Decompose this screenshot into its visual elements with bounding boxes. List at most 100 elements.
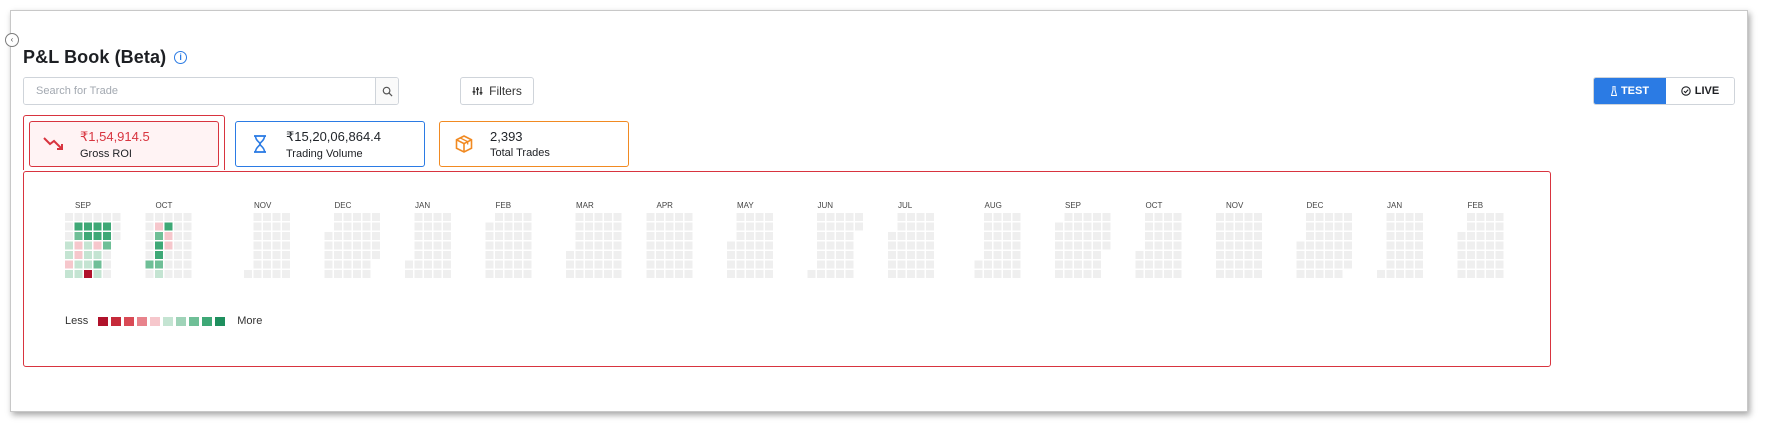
heatmap-day-cell[interactable]	[372, 213, 380, 221]
heatmap-day-cell[interactable]	[646, 251, 655, 259]
heatmap-day-cell[interactable]	[907, 260, 915, 269]
heatmap-day-cell[interactable]	[504, 270, 513, 278]
heatmap-day-cell[interactable]	[443, 213, 451, 221]
heatmap-day-cell[interactable]	[1396, 232, 1404, 240]
heatmap-day-cell[interactable]	[765, 251, 773, 259]
heatmap-day-cell[interactable]	[1074, 232, 1082, 240]
heatmap-day-cell[interactable]	[926, 232, 934, 240]
heatmap-day-cell[interactable]	[1486, 251, 1494, 259]
heatmap-day-cell[interactable]	[324, 232, 333, 240]
heatmap-day-cell[interactable]	[656, 251, 664, 259]
heatmap-day-cell[interactable]	[746, 260, 754, 269]
heatmap-day-cell[interactable]	[993, 241, 1002, 250]
heatmap-day-cell[interactable]	[1235, 222, 1243, 231]
heatmap-day-cell[interactable]	[826, 260, 835, 269]
heatmap-day-cell[interactable]	[353, 260, 361, 269]
heatmap-day-cell[interactable]	[684, 232, 693, 240]
heatmap-day-cell[interactable]	[1405, 241, 1414, 250]
heatmap-day-cell[interactable]	[272, 270, 281, 278]
heatmap-day-cell[interactable]	[1315, 213, 1324, 221]
heatmap-day-cell[interactable]	[174, 213, 182, 221]
heatmap-day-cell[interactable]	[1315, 260, 1324, 269]
heatmap-day-cell[interactable]	[755, 260, 764, 269]
heatmap-day-cell[interactable]	[424, 213, 432, 221]
heatmap-day-cell[interactable]	[324, 241, 333, 250]
gross-roi-card[interactable]: ₹1,54,914.5 Gross ROI	[29, 121, 219, 167]
heatmap-day-cell[interactable]	[253, 260, 262, 269]
heatmap-day-cell[interactable]	[1225, 251, 1234, 259]
heatmap-day-cell[interactable]	[324, 260, 333, 269]
heatmap-day-cell[interactable]	[1415, 232, 1423, 240]
heatmap-day-cell[interactable]	[746, 270, 754, 278]
heatmap-day-cell[interactable]	[155, 260, 163, 269]
heatmap-day-cell[interactable]	[485, 222, 494, 231]
heatmap-day-cell[interactable]	[1334, 270, 1343, 278]
heatmap-day-cell[interactable]	[1093, 222, 1101, 231]
heatmap-day-cell[interactable]	[1102, 241, 1111, 250]
heatmap-day-cell[interactable]	[765, 241, 773, 250]
heatmap-day-cell[interactable]	[604, 213, 612, 221]
heatmap-day-cell[interactable]	[155, 213, 163, 221]
heatmap-day-cell[interactable]	[1225, 260, 1234, 269]
heatmap-day-cell[interactable]	[253, 213, 262, 221]
heatmap-day-cell[interactable]	[656, 241, 664, 250]
heatmap-day-cell[interactable]	[1377, 270, 1385, 278]
heatmap-day-cell[interactable]	[1083, 241, 1092, 250]
heatmap-day-cell[interactable]	[324, 270, 333, 278]
heatmap-day-cell[interactable]	[594, 222, 603, 231]
heatmap-day-cell[interactable]	[334, 232, 342, 240]
heatmap-day-cell[interactable]	[504, 213, 513, 221]
heatmap-day-cell[interactable]	[727, 260, 735, 269]
heatmap-day-cell[interactable]	[765, 222, 773, 231]
heatmap-day-cell[interactable]	[1467, 232, 1475, 240]
heatmap-day-cell[interactable]	[272, 241, 281, 250]
heatmap-day-cell[interactable]	[765, 260, 773, 269]
heatmap-day-cell[interactable]	[1164, 241, 1172, 250]
heatmap-day-cell[interactable]	[984, 232, 992, 240]
heatmap-day-cell[interactable]	[504, 222, 513, 231]
heatmap-day-cell[interactable]	[826, 222, 835, 231]
heatmap-day-cell[interactable]	[736, 260, 745, 269]
heatmap-day-cell[interactable]	[84, 270, 92, 278]
heatmap-day-cell[interactable]	[993, 222, 1002, 231]
heatmap-day-cell[interactable]	[1344, 260, 1352, 269]
heatmap-day-cell[interactable]	[1476, 222, 1485, 231]
heatmap-day-cell[interactable]	[1495, 222, 1504, 231]
heatmap-day-cell[interactable]	[1315, 232, 1324, 240]
heatmap-day-cell[interactable]	[433, 241, 442, 250]
heatmap-day-cell[interactable]	[845, 260, 854, 269]
heatmap-day-cell[interactable]	[1003, 241, 1011, 250]
heatmap-day-cell[interactable]	[1386, 232, 1395, 240]
trading-volume-card[interactable]: ₹15,20,06,864.4 Trading Volume	[235, 121, 425, 167]
heatmap-day-cell[interactable]	[1173, 213, 1182, 221]
heatmap-day-cell[interactable]	[65, 251, 73, 259]
heatmap-day-cell[interactable]	[916, 232, 925, 240]
heatmap-day-cell[interactable]	[103, 222, 111, 231]
heatmap-day-cell[interactable]	[646, 241, 655, 250]
heatmap-day-cell[interactable]	[353, 232, 361, 240]
heatmap-day-cell[interactable]	[1164, 213, 1172, 221]
heatmap-day-cell[interactable]	[1306, 260, 1314, 269]
heatmap-day-cell[interactable]	[1074, 241, 1082, 250]
heatmap-day-cell[interactable]	[926, 222, 934, 231]
heatmap-day-cell[interactable]	[253, 251, 262, 259]
heatmap-day-cell[interactable]	[145, 260, 154, 269]
heatmap-day-cell[interactable]	[897, 222, 906, 231]
heatmap-day-cell[interactable]	[736, 251, 745, 259]
heatmap-day-cell[interactable]	[424, 260, 432, 269]
heatmap-day-cell[interactable]	[1315, 251, 1324, 259]
heatmap-day-cell[interactable]	[1254, 222, 1262, 231]
heatmap-day-cell[interactable]	[675, 232, 683, 240]
heatmap-day-cell[interactable]	[594, 232, 603, 240]
heatmap-day-cell[interactable]	[1486, 213, 1494, 221]
heatmap-day-cell[interactable]	[1415, 260, 1423, 269]
heatmap-day-cell[interactable]	[1405, 270, 1414, 278]
heatmap-day-cell[interactable]	[1325, 222, 1333, 231]
heatmap-day-cell[interactable]	[817, 213, 825, 221]
heatmap-day-cell[interactable]	[736, 241, 745, 250]
heatmap-day-cell[interactable]	[1405, 251, 1414, 259]
heatmap-day-cell[interactable]	[907, 222, 915, 231]
heatmap-day-cell[interactable]	[897, 251, 906, 259]
heatmap-day-cell[interactable]	[575, 213, 584, 221]
heatmap-day-cell[interactable]	[155, 222, 163, 231]
